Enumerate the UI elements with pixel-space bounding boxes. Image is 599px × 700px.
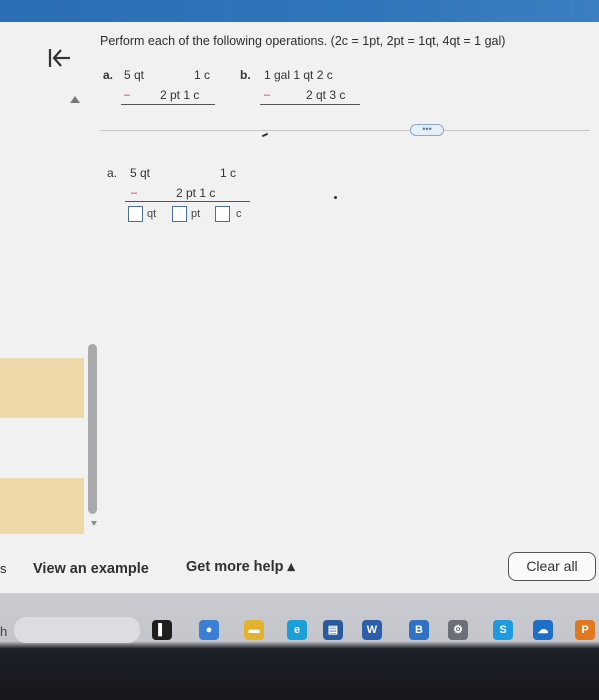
vertical-scrollbar[interactable] [88,344,97,514]
problem-a-top-left: 5 qt [124,68,145,82]
scroll-down-icon[interactable] [91,521,97,526]
more-options-button[interactable]: ••• [410,124,444,136]
store-icon[interactable]: ▤ [323,620,343,640]
edge-text-fragment: s [0,561,7,576]
work-a-top-right: 1 c [220,166,237,180]
work-a-minus: – [131,187,138,199]
stray-dot [334,196,337,199]
answer-qt-input[interactable] [128,206,143,222]
window-top-bar [0,0,599,22]
onedrive-icon[interactable]: ☁ [533,620,553,640]
answer-qt-unit: qt [147,208,157,220]
skype-icon[interactable]: S [493,620,513,640]
work-a-top-left: 5 qt [130,166,151,180]
get-more-help-button[interactable]: Get more help ▴ [186,559,295,575]
profile-icon[interactable]: P [575,620,595,640]
answer-pt-input[interactable] [172,206,187,222]
clear-all-button[interactable]: Clear all [508,552,596,581]
problem-b-label: b. [240,68,251,82]
problem-a-top-right: 1 c [194,68,211,82]
problem-b-top: 1 gal 1 qt 2 c [264,68,333,82]
instructions-text: Perform each of the following operations… [100,34,506,48]
work-a-bottom: 2 pt 1 c [176,186,216,200]
problem-b-minus: – [264,89,271,101]
folder-icon[interactable]: ▬ [244,620,264,640]
section-divider [100,130,590,131]
work-a-label: a. [107,166,118,180]
answer-c-unit: c [236,208,242,220]
view-example-link[interactable]: View an example [33,561,149,577]
answer-pt-unit: pt [191,208,201,220]
back-arrow-icon[interactable] [46,46,76,70]
word-icon[interactable]: W [362,620,382,640]
taskbar-edge-fragment: h [0,624,8,639]
file-explorer-icon[interactable]: ▌ [152,620,172,640]
bing-icon[interactable]: B [409,620,429,640]
chat-icon[interactable]: ● [199,620,219,640]
settings-icon[interactable]: ⚙ [448,620,468,640]
sticky-note-lower [0,478,84,534]
edge-browser-icon[interactable]: e [287,620,307,640]
taskbar [0,593,599,700]
sticky-note-upper [0,358,84,418]
problem-a-minus: – [124,89,131,101]
problem-a-label: a. [103,68,114,82]
work-a-underline [125,201,250,202]
problem-a-underline [121,104,215,105]
problem-b-bottom: 2 qt 3 c [306,88,346,102]
problem-a-bottom: 2 pt 1 c [160,88,200,102]
collapse-triangle-icon[interactable] [70,96,80,103]
taskbar-search-box[interactable] [14,617,140,643]
answer-c-input[interactable] [215,206,230,222]
problem-b-underline [260,104,360,105]
